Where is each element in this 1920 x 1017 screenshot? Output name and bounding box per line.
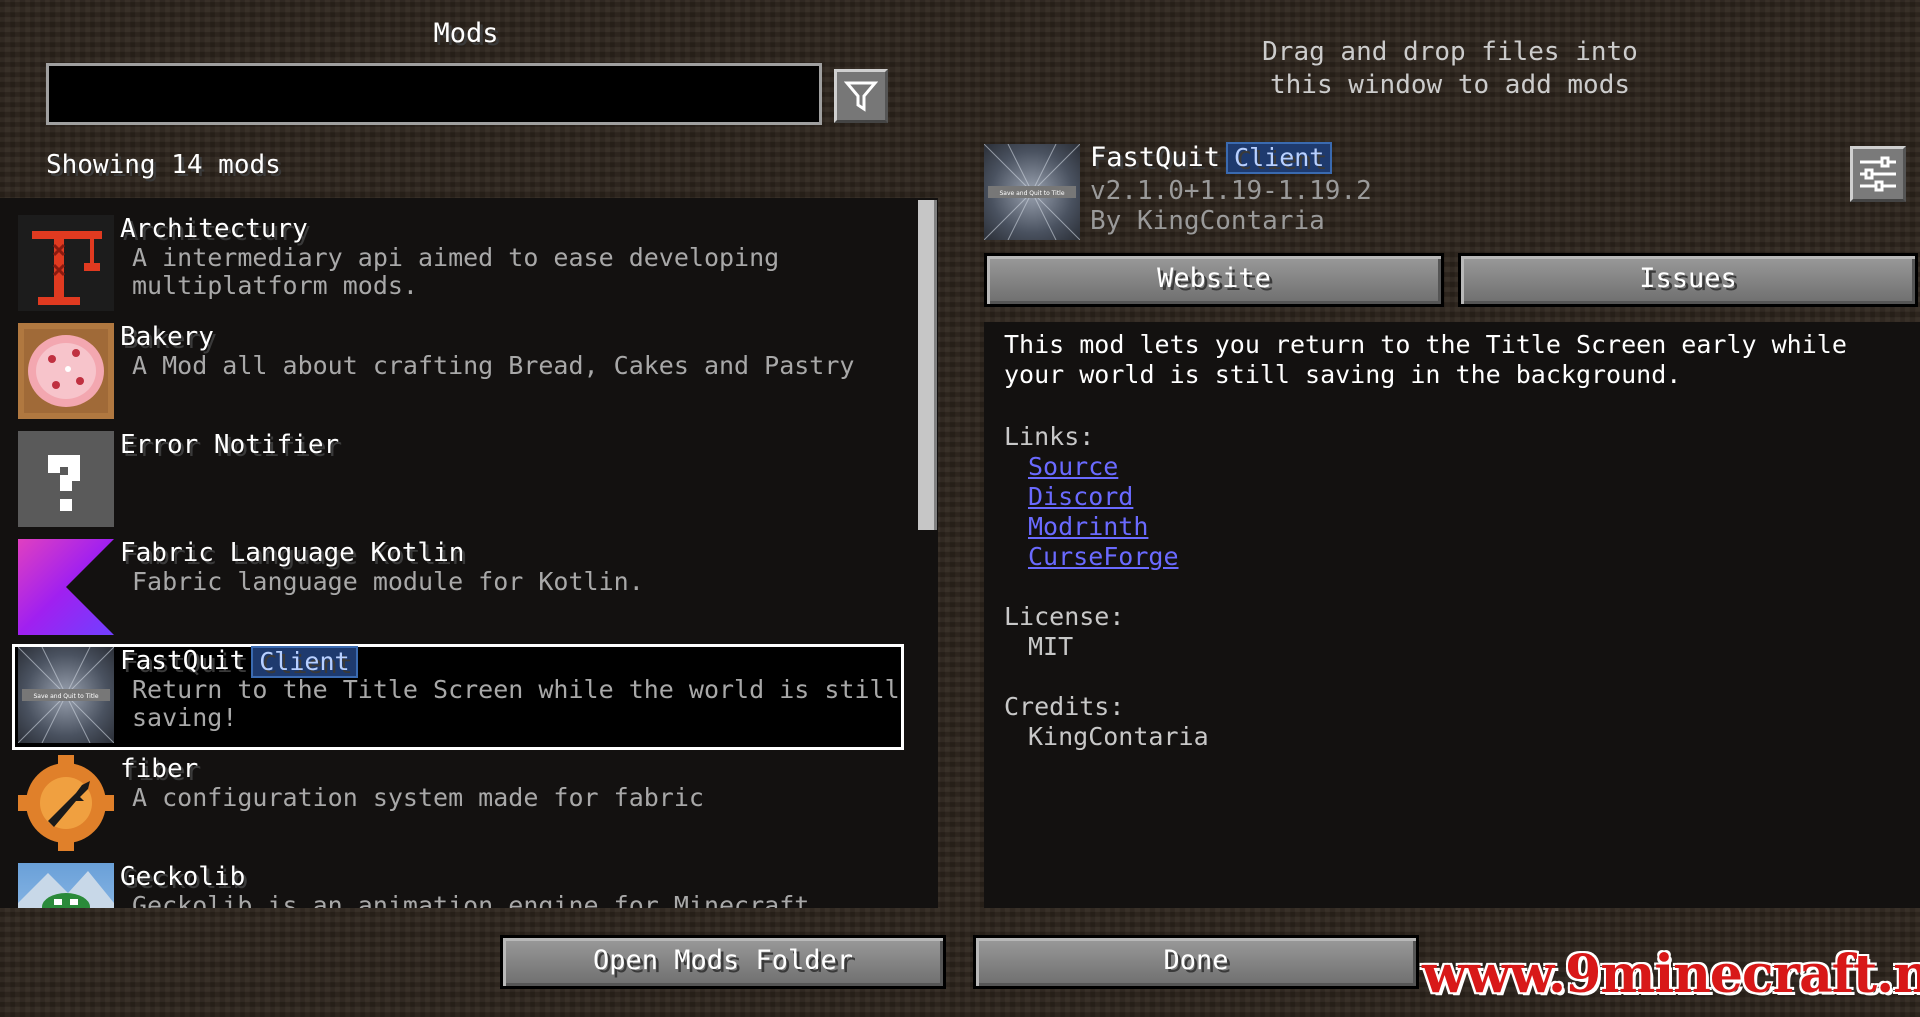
license-value: MIT	[1028, 632, 1074, 661]
mod-name: Geckolib	[120, 862, 246, 892]
list-item[interactable]: Geckolib Geckolib is an animation engine…	[12, 860, 904, 908]
link-source[interactable]: Source	[1028, 452, 1118, 481]
detail-author: By KingContaria	[1090, 206, 1325, 236]
drop-hint-line: this window to add mods	[1269, 70, 1631, 100]
sliders-icon	[1860, 156, 1896, 192]
mod-description: Fabric language module for Kotlin.	[132, 567, 644, 596]
page-title: Mods	[433, 18, 499, 49]
cake-icon	[18, 323, 114, 419]
search-input[interactable]	[46, 63, 822, 125]
kotlin-logo-icon	[18, 539, 114, 635]
done-button[interactable]: Done	[973, 935, 1419, 989]
detail-icon-caption: Save and Quit to Title	[999, 190, 1064, 197]
watermark: www.9minecraft.net	[1422, 944, 1920, 1005]
mod-name: FastQuit Client	[120, 646, 358, 678]
links-label: Links:	[1004, 422, 1095, 451]
detail-mod-name: FastQuit Client	[1090, 142, 1333, 174]
drop-hint: Drag and drop files into this window to …	[1150, 36, 1750, 102]
link-modrinth[interactable]: Modrinth	[1028, 512, 1148, 541]
credits-value: KingContaria	[1028, 722, 1209, 751]
mod-name: fiber	[120, 754, 199, 784]
fastquit-icon: Save and Quit to Title	[18, 647, 114, 743]
link-curseforge[interactable]: CurseForge	[1028, 542, 1179, 571]
mod-detail-panel: This mod lets you return to the Title Sc…	[984, 322, 1920, 908]
client-badge: Client	[1226, 142, 1333, 174]
filter-icon	[844, 81, 878, 112]
mod-detail-description: This mod lets you return to the Title Sc…	[1004, 330, 1847, 389]
mod-description: Return to the Title Screen while the wor…	[132, 675, 900, 732]
list-item[interactable]: fiber A configuration system made for fa…	[12, 752, 904, 858]
list-item[interactable]: Architectury A intermediary api aimed to…	[12, 212, 904, 318]
detail-version: v2.1.0+1.19-1.19.2	[1090, 176, 1372, 206]
license-label: License:	[1004, 602, 1125, 631]
list-item[interactable]: Fabric Language Kotlin Fabric language m…	[12, 536, 904, 642]
mod-list-scrollbar[interactable]	[918, 200, 937, 530]
mod-description: A configuration system made for fabric	[132, 783, 704, 812]
mod-description: A intermediary api aimed to ease develop…	[132, 243, 780, 300]
mod-config-button[interactable]	[1850, 146, 1906, 202]
link-discord[interactable]: Discord	[1028, 482, 1133, 511]
fastquit-icon: Save and Quit to Title	[984, 144, 1080, 240]
mod-description: A Mod all about crafting Bread, Cakes an…	[132, 351, 855, 380]
mod-count: Showing 14 mods	[46, 150, 281, 180]
drop-hint-line: Drag and drop files into	[1262, 37, 1638, 67]
mod-list[interactable]: Architectury A intermediary api aimed to…	[0, 198, 938, 908]
mod-name: Fabric Language Kotlin	[120, 538, 465, 568]
client-badge: Client	[251, 646, 358, 678]
question-mark-icon	[18, 431, 114, 527]
credits-label: Credits:	[1004, 692, 1125, 721]
gear-wrench-icon	[18, 755, 114, 851]
mod-name: Error Notifier	[120, 430, 340, 460]
fastquit-icon-caption: Save and Quit to Title	[33, 693, 98, 700]
mod-name: Bakery	[120, 322, 214, 352]
issues-button[interactable]: Issues	[1458, 253, 1918, 307]
mod-description: Geckolib is an animation engine for Mine…	[132, 891, 810, 909]
list-item[interactable]: Error Notifier	[12, 428, 904, 534]
crane-icon	[18, 215, 114, 311]
website-button[interactable]: Website	[984, 253, 1444, 307]
filter-button[interactable]	[834, 69, 888, 123]
list-item[interactable]: Bakery A Mod all about crafting Bread, C…	[12, 320, 904, 426]
gecko-icon	[18, 863, 114, 908]
mod-name: Architectury	[120, 214, 308, 244]
list-item-selected[interactable]: Save and Quit to Title FastQuit Client Re…	[12, 644, 904, 750]
open-mods-folder-button[interactable]: Open Mods Folder	[500, 935, 946, 989]
